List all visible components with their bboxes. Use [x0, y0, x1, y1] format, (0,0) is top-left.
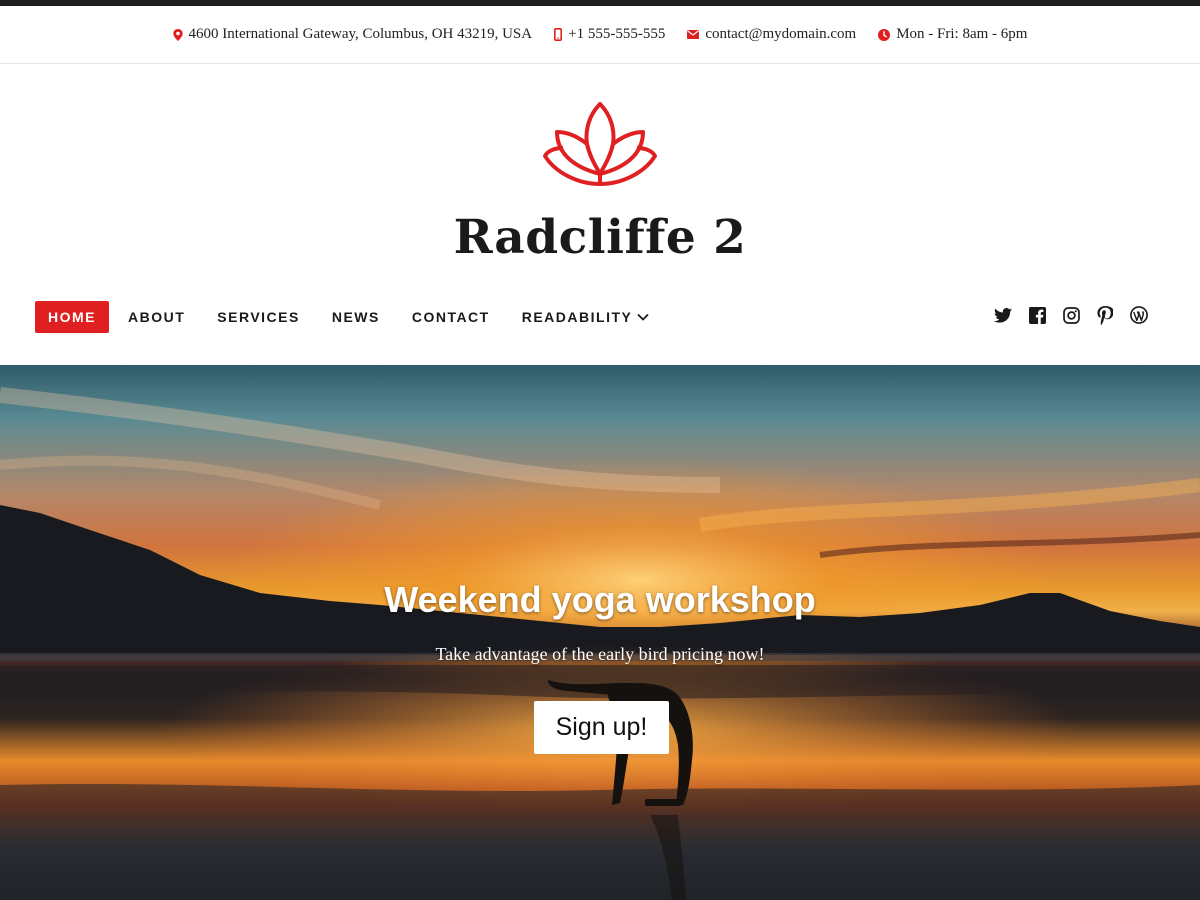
wordpress-icon[interactable] [1129, 305, 1149, 325]
nav-item-news[interactable]: NEWS [332, 301, 380, 333]
address-info: 4600 International Gateway, Columbus, OH… [172, 26, 533, 43]
nav-item-readability[interactable]: READABILITY [522, 301, 650, 333]
twitter-icon[interactable] [993, 305, 1013, 325]
phone-info[interactable]: +1 555-555-555 [554, 26, 665, 43]
instagram-icon[interactable] [1061, 305, 1081, 325]
nav-item-label: ABOUT [128, 309, 186, 325]
mobile-phone-icon [554, 28, 563, 41]
info-bar: 4600 International Gateway, Columbus, OH… [0, 6, 1200, 64]
nav-item-label: HOME [48, 309, 96, 325]
pinterest-icon[interactable] [1095, 305, 1115, 325]
email-info[interactable]: contact@mydomain.com [687, 26, 856, 43]
nav-item-label: CONTACT [411, 309, 490, 325]
nav-item-services[interactable]: SERVICES [217, 301, 300, 333]
sign-up-button[interactable]: Sign up! [534, 701, 669, 754]
hero-title: Weekend yoga workshop [384, 579, 816, 620]
hours-info: Mon - Fri: 8am - 6pm [878, 26, 1027, 43]
sunset-lake-yoga-image [0, 387, 1200, 900]
phone-text[interactable]: +1 555-555-555 [568, 26, 665, 43]
hero-banner: Weekend yoga workshop Take advantage of … [0, 365, 1200, 900]
nav-item-label: SERVICES [217, 309, 300, 325]
nav-item-label: READABILITY [521, 309, 633, 325]
email-text[interactable]: contact@mydomain.com [705, 26, 856, 43]
main-nav: HOME ABOUT SERVICES NEWS CONTACT READABI… [35, 301, 681, 333]
envelope-icon [687, 30, 700, 39]
nav-item-label: NEWS [331, 309, 380, 325]
nav-item-about[interactable]: ABOUT [128, 301, 185, 333]
nav-item-home[interactable]: HOME [35, 301, 109, 333]
hero-subtitle: Take advantage of the early bird pricing… [435, 644, 765, 664]
lotus-logo-icon[interactable] [541, 100, 659, 195]
hours-text: Mon - Fri: 8am - 6pm [896, 26, 1028, 42]
nav-item-contact[interactable]: CONTACT [412, 301, 490, 333]
social-links [993, 305, 1149, 325]
facebook-icon[interactable] [1027, 305, 1047, 325]
clock-icon [878, 28, 891, 41]
map-pin-icon [172, 28, 183, 41]
address-text: 4600 International Gateway, Columbus, OH… [188, 26, 533, 42]
site-title[interactable]: Radcliffe 2 [0, 210, 1200, 265]
chevron-down-icon [637, 313, 649, 321]
